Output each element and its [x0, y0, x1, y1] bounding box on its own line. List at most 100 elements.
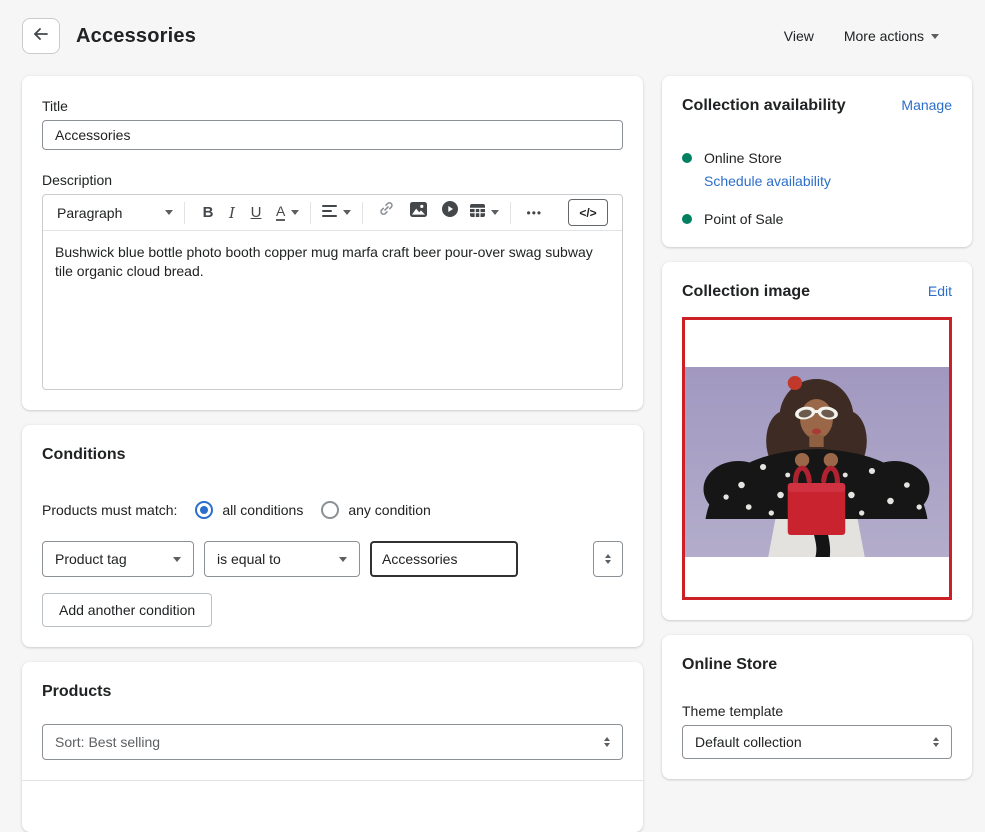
status-dot-icon: [682, 214, 692, 224]
description-label: Description: [42, 170, 623, 190]
condition-stepper-button[interactable]: [593, 541, 623, 577]
channel-point-of-sale-label: Point of Sale: [704, 211, 783, 227]
theme-template-value: Default collection: [695, 734, 802, 750]
manage-link[interactable]: Manage: [901, 97, 952, 113]
text-color-button[interactable]: A: [276, 204, 299, 221]
condition-row: Product tag is equal to: [42, 541, 623, 577]
image-heading: Collection image: [682, 282, 810, 302]
show-html-button[interactable]: </>: [568, 199, 608, 226]
chevron-down-icon: [343, 210, 351, 215]
radio-all-conditions-label: all conditions: [222, 502, 303, 518]
theme-template-select[interactable]: Default collection: [682, 725, 952, 759]
code-icon: </>: [579, 206, 596, 220]
bold-icon: B: [203, 200, 214, 226]
channel-online-store: Online Store: [682, 150, 952, 166]
page-header: Accessories View More actions: [0, 0, 985, 56]
video-icon: [442, 200, 458, 226]
more-actions-button[interactable]: More actions: [834, 22, 949, 50]
link-icon: [378, 200, 395, 226]
match-label: Products must match:: [42, 502, 177, 518]
image-icon: [410, 200, 427, 226]
match-row: Products must match: all conditions any …: [42, 501, 623, 519]
channel-point-of-sale: Point of Sale: [682, 211, 952, 227]
description-textarea[interactable]: Bushwick blue bottle photo booth copper …: [43, 231, 622, 389]
stepper-icon: [604, 737, 610, 747]
condition-field-value: Product tag: [55, 551, 127, 567]
italic-button[interactable]: I: [220, 200, 244, 226]
more-options-button[interactable]: •••: [522, 200, 546, 226]
add-condition-button[interactable]: Add another condition: [42, 593, 212, 627]
view-button-label: View: [784, 28, 814, 44]
paragraph-style-label: Paragraph: [57, 205, 122, 221]
text-color-icon: A: [276, 204, 285, 221]
header-actions: View More actions: [774, 22, 949, 50]
insert-image-button[interactable]: [406, 200, 430, 226]
right-column: Collection availability Manage Online St…: [662, 76, 972, 779]
toolbar-divider: [184, 202, 185, 224]
details-card: Title Description Paragraph B: [22, 76, 643, 410]
condition-value-input[interactable]: [370, 541, 518, 577]
chevron-down-icon: [491, 210, 499, 215]
condition-field-select[interactable]: Product tag: [42, 541, 194, 577]
alignment-button[interactable]: [322, 204, 351, 222]
condition-operator-value: is equal to: [217, 551, 281, 567]
title-label: Title: [42, 96, 623, 116]
collection-image[interactable]: [682, 317, 952, 600]
radio-any-condition[interactable]: any condition: [321, 501, 431, 519]
arrow-left-icon: [33, 27, 49, 46]
underline-icon: U: [251, 200, 262, 226]
more-options-icon: •••: [527, 200, 543, 226]
title-input[interactable]: [42, 120, 623, 150]
insert-video-button[interactable]: [438, 200, 462, 226]
status-dot-icon: [682, 153, 692, 163]
toolbar-divider: [362, 202, 363, 224]
alignment-icon: [322, 204, 337, 222]
stepper-down-icon: [605, 560, 611, 564]
condition-operator-select[interactable]: is equal to: [204, 541, 360, 577]
underline-button[interactable]: U: [244, 200, 268, 226]
image-card: Collection image Edit: [662, 262, 972, 620]
sort-select-value: Sort: Best selling: [55, 734, 160, 750]
insert-link-button[interactable]: [374, 200, 398, 226]
collection-photo-illustration: [685, 367, 949, 557]
chevron-down-icon: [165, 210, 173, 215]
edit-image-link[interactable]: Edit: [928, 283, 952, 299]
chevron-down-icon: [339, 557, 347, 562]
stepper-up-icon: [605, 554, 611, 558]
sort-select[interactable]: Sort: Best selling: [42, 724, 623, 760]
radio-icon: [321, 501, 339, 519]
editor-toolbar: Paragraph B I U: [43, 195, 622, 231]
back-button[interactable]: [22, 18, 60, 54]
table-icon: [470, 204, 485, 222]
schedule-availability-link[interactable]: Schedule availability: [704, 173, 831, 189]
more-actions-label: More actions: [844, 28, 924, 44]
page-title: Accessories: [76, 25, 196, 48]
chevron-down-icon: [931, 34, 939, 39]
bold-button[interactable]: B: [196, 200, 220, 226]
radio-icon: [195, 501, 213, 519]
availability-heading: Collection availability: [682, 96, 846, 116]
rich-text-editor: Paragraph B I U: [42, 194, 623, 390]
chevron-down-icon: [173, 557, 181, 562]
radio-all-conditions[interactable]: all conditions: [195, 501, 303, 519]
products-card: Products Sort: Best selling: [22, 662, 643, 832]
theme-template-label: Theme template: [682, 701, 952, 721]
conditions-heading: Conditions: [42, 445, 623, 465]
stepper-icon: [933, 737, 939, 747]
chevron-down-icon: [291, 210, 299, 215]
description-block: Description Paragraph B I: [42, 170, 623, 390]
main-content: Title Description Paragraph B: [0, 56, 985, 832]
insert-table-button[interactable]: [470, 204, 499, 222]
radio-any-condition-label: any condition: [348, 502, 431, 518]
channel-online-store-label: Online Store: [704, 150, 782, 166]
conditions-card: Conditions Products must match: all cond…: [22, 425, 643, 647]
products-heading: Products: [42, 682, 623, 702]
online-store-card: Online Store Theme template Default coll…: [662, 635, 972, 779]
online-store-heading: Online Store: [682, 655, 952, 675]
left-column: Title Description Paragraph B: [22, 76, 643, 832]
products-list-divider: [22, 780, 643, 781]
view-button[interactable]: View: [774, 22, 824, 50]
toolbar-divider: [310, 202, 311, 224]
availability-card: Collection availability Manage Online St…: [662, 76, 972, 247]
paragraph-style-dropdown[interactable]: Paragraph: [57, 205, 173, 221]
